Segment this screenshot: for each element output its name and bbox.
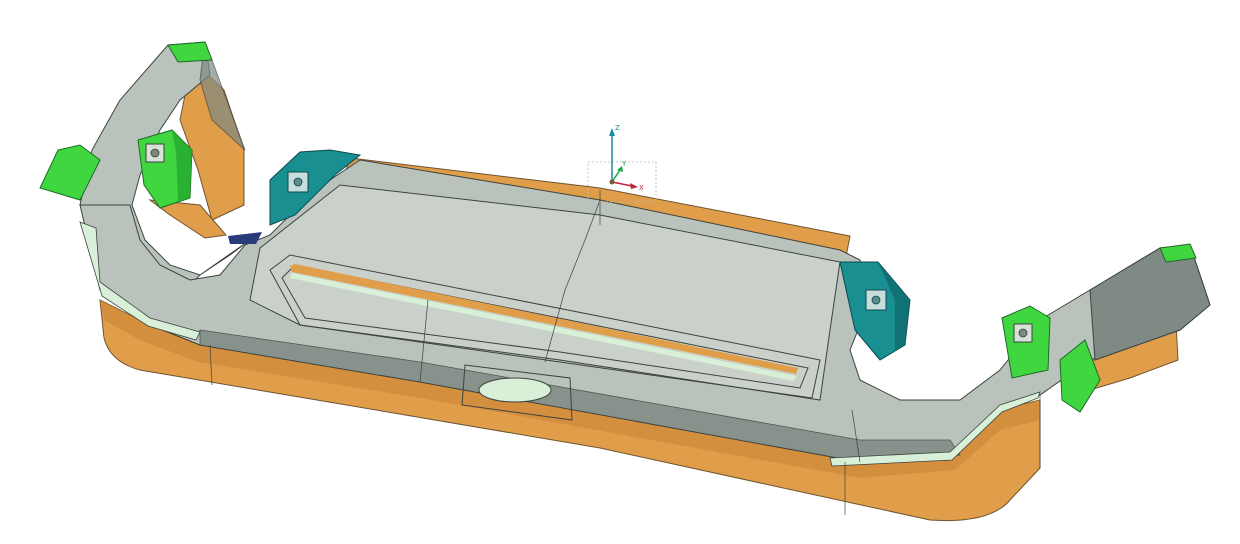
axis-x-arrow bbox=[630, 183, 638, 189]
axis-x-label: X bbox=[639, 184, 644, 192]
axis-z-label: Z bbox=[615, 124, 620, 132]
center-pad bbox=[478, 377, 552, 403]
cad-model[interactable]: Z X Y bbox=[0, 0, 1240, 544]
hidden-surface-sliver bbox=[228, 232, 262, 244]
clamp-left-green[interactable] bbox=[137, 129, 193, 209]
axis-x-line bbox=[611, 181, 633, 187]
3d-viewport[interactable]: Z X Y bbox=[0, 0, 1240, 544]
triad-origin bbox=[609, 179, 615, 185]
axis-y-label: Y bbox=[621, 160, 627, 168]
